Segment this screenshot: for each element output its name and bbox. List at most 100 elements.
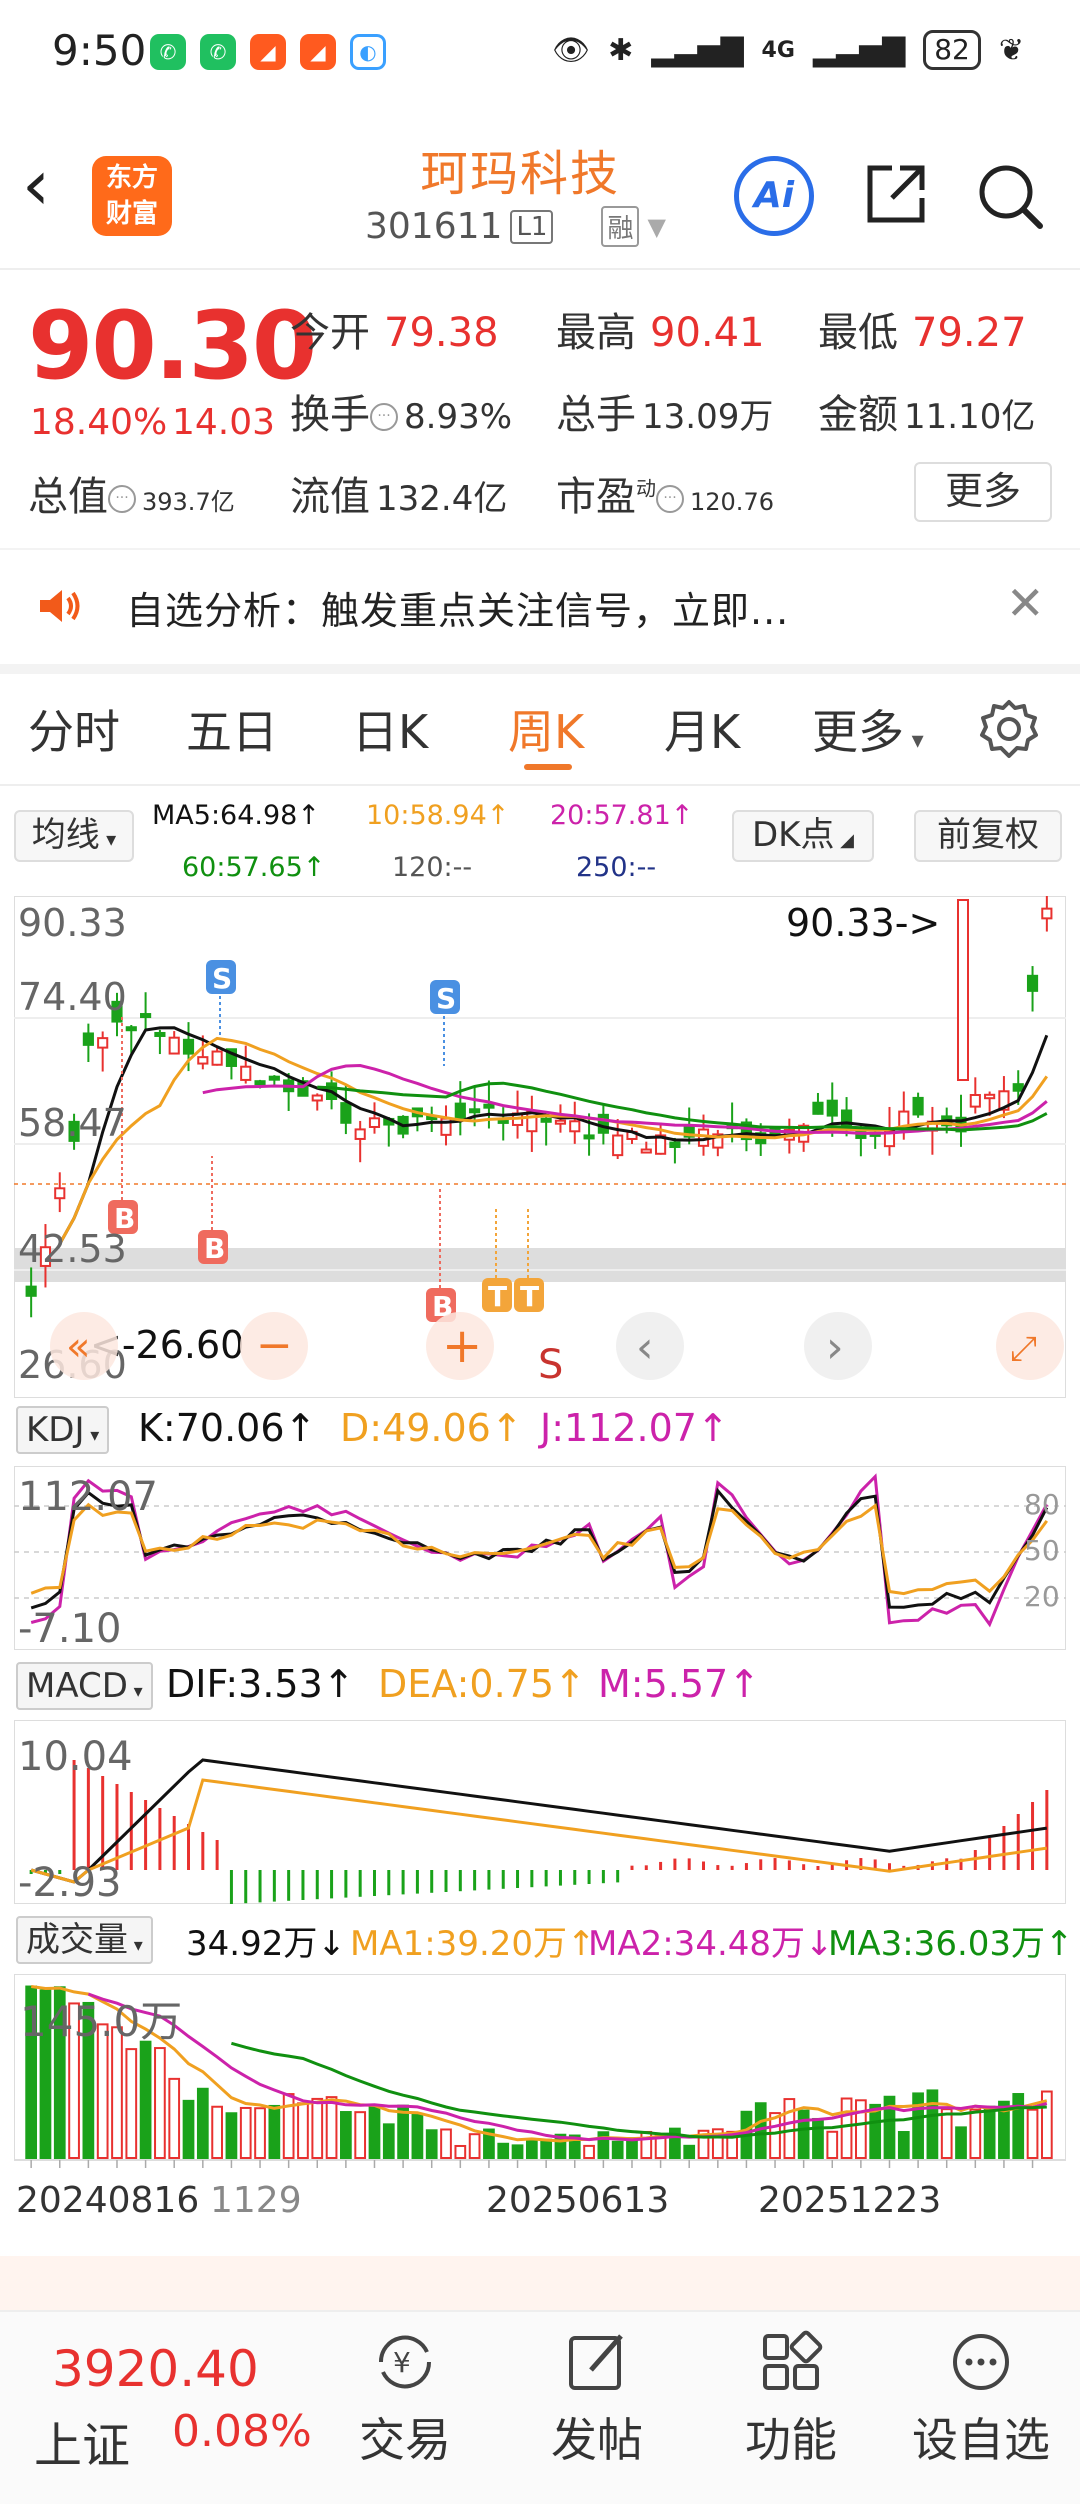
volume-bar bbox=[940, 2108, 953, 2160]
nav-function-label: 功能 bbox=[745, 2413, 837, 2467]
volume-ma3: MA3:36.03万↑ bbox=[828, 1924, 1074, 1964]
pe-field[interactable]: 市盈动 ··· 120.76 bbox=[556, 464, 774, 522]
ai-assistant-button[interactable]: Ai bbox=[734, 156, 814, 236]
search-icon[interactable] bbox=[974, 160, 1046, 232]
battery-icon: 82 bbox=[923, 30, 981, 70]
tab-monthly-k[interactable]: 月K bbox=[664, 696, 740, 762]
volume-bar bbox=[254, 2107, 266, 2160]
app-notify-icon-2: ◢ bbox=[300, 34, 336, 70]
volume-bar bbox=[211, 2105, 223, 2159]
candle-body bbox=[240, 1065, 252, 1081]
ma-selector[interactable]: 均线 ▾ bbox=[14, 810, 134, 862]
nav-add-watchlist[interactable]: 设自选 bbox=[906, 2326, 1056, 2470]
volume-bar bbox=[611, 2140, 624, 2160]
macd-chart[interactable]: 10.04 -2.93 bbox=[14, 1720, 1066, 1904]
candle-body bbox=[469, 1108, 481, 1114]
nav-post[interactable]: 发帖 bbox=[522, 2326, 672, 2470]
chart-tabs: 分时 五日 日K 周K 月K 更多 ▾ bbox=[0, 680, 1080, 780]
volume-bar bbox=[640, 2130, 653, 2159]
tab-weekly-k[interactable]: 周K bbox=[508, 696, 584, 762]
divider bbox=[0, 664, 1080, 674]
change-amount: 14.03 bbox=[172, 402, 276, 443]
tab-intraday[interactable]: 分时 bbox=[28, 696, 120, 762]
volume-bar bbox=[897, 2131, 910, 2159]
ma250-value: 250:-- bbox=[576, 852, 657, 883]
minus-icon: − bbox=[256, 1320, 293, 1371]
candle-body bbox=[254, 1080, 266, 1086]
app-logo[interactable]: 东方 财富 bbox=[92, 156, 172, 236]
nav-trade[interactable]: ¥ 交易 bbox=[330, 2326, 480, 2470]
macd-selector[interactable]: MACD ▾ bbox=[16, 1662, 153, 1710]
volume-bar bbox=[511, 2144, 524, 2159]
volume-bar bbox=[125, 2048, 138, 2159]
candle-body bbox=[125, 1026, 137, 1032]
leaf-icon: ❦ bbox=[998, 32, 1024, 68]
tab-daily-k[interactable]: 日K bbox=[352, 696, 428, 762]
support-band bbox=[14, 1248, 1066, 1282]
stock-code-line[interactable]: 301611 L1 融 ▼ bbox=[365, 206, 666, 247]
gear-icon[interactable] bbox=[978, 698, 1040, 760]
kline-chart[interactable]: SSBBBTT 90.33 74.40 58.47 42.53 26.60 90… bbox=[14, 896, 1066, 1398]
share-icon[interactable] bbox=[862, 160, 930, 228]
date-axis: 20240816 1129 20250613 20251223 bbox=[0, 2180, 1080, 2240]
volume-chart[interactable]: 145.0万 bbox=[14, 1974, 1066, 2174]
candle-body bbox=[1012, 1083, 1024, 1092]
bluetooth-icon: ✱ bbox=[608, 32, 634, 68]
macd-legend: MACD ▾ DIF:3.53↑ DEA:0.75↑ M:5.57↑ bbox=[0, 1658, 1080, 1714]
notice-text: 自选分析：触发重点关注信号，立即... bbox=[126, 589, 790, 633]
close-icon[interactable]: ✕ bbox=[1006, 576, 1045, 630]
back-button[interactable]: ‹ bbox=[22, 150, 50, 220]
chevron-right-icon: › bbox=[826, 1322, 844, 1373]
candle-body bbox=[454, 1102, 466, 1120]
more-quote-button[interactable]: 更多 bbox=[914, 462, 1052, 522]
status-time: 9:50 bbox=[52, 26, 147, 75]
nav-function[interactable]: 功能 bbox=[716, 2326, 866, 2470]
turnover-field[interactable]: 换手 ··· 8.93% bbox=[290, 382, 512, 440]
dk-point-selector[interactable]: DK点 ◢ bbox=[732, 810, 874, 862]
nav-post-label: 发帖 bbox=[551, 2413, 643, 2467]
candle-body bbox=[154, 1031, 166, 1037]
status-bar: 9:50 ✆ ✆ ◢ ◢ ◐ 👁 ✱ ▂▃▅▇ 4G ▂▃▅▇ 82 ❦ bbox=[0, 0, 1080, 100]
change-percent: 18.40% bbox=[30, 402, 168, 443]
candle-body bbox=[583, 1134, 595, 1140]
divider bbox=[0, 784, 1080, 786]
margin-tag: 融 bbox=[601, 206, 640, 247]
volume-bar bbox=[196, 2087, 209, 2159]
last-price: 90.30 bbox=[28, 292, 317, 401]
volume-bar bbox=[368, 2106, 381, 2159]
date-label-1: 20240816 bbox=[16, 2180, 200, 2221]
low-field: 最低 79.27 bbox=[818, 310, 1027, 356]
candle-body bbox=[554, 1119, 567, 1125]
volume-selector[interactable]: 成交量 ▾ bbox=[16, 1916, 153, 1964]
tab-more[interactable]: 更多 ▾ bbox=[812, 696, 924, 762]
edit-icon bbox=[569, 2334, 623, 2390]
divider bbox=[0, 268, 1080, 270]
adjust-selector[interactable]: 前复权 bbox=[914, 810, 1062, 862]
volume-bar bbox=[340, 2111, 352, 2159]
volume-bar bbox=[282, 2093, 295, 2159]
volume-bar bbox=[268, 2104, 281, 2159]
volume-bar bbox=[840, 2097, 853, 2159]
mktcap-field[interactable]: 总值 ··· 393.7亿 bbox=[28, 464, 235, 522]
analysis-notice[interactable]: 自选分析：触发重点关注信号，立即... ✕ bbox=[0, 550, 1080, 662]
candle-body bbox=[540, 1117, 552, 1123]
volume-bar bbox=[454, 2144, 467, 2159]
volume-bar bbox=[325, 2096, 338, 2160]
volume-legend: 成交量 ▾ 34.92万↓ MA1:39.20万↑ MA2:34.48万↓ MA… bbox=[0, 1912, 1080, 1968]
ma120-value: 120:-- bbox=[392, 852, 473, 883]
candle-body bbox=[969, 1094, 981, 1108]
signal-text: T bbox=[520, 1280, 539, 1313]
volume-bar bbox=[168, 2077, 181, 2159]
ma10-value: 10:58.94↑ bbox=[366, 800, 510, 831]
kdj-selector[interactable]: KDJ ▾ bbox=[16, 1406, 110, 1454]
candle-body bbox=[97, 1037, 109, 1049]
level-tag: L1 bbox=[510, 209, 554, 244]
kdj-chart[interactable]: 112.07 -7.10 80 50 20 bbox=[14, 1466, 1066, 1650]
volume-y-top: 145.0万 bbox=[20, 1997, 182, 2046]
chevron-down-icon: ▼ bbox=[647, 212, 666, 241]
volume-value: 34.92万↓ bbox=[186, 1924, 346, 1964]
nav-trade-label: 交易 bbox=[359, 2413, 451, 2467]
high-field: 最高 90.41 bbox=[556, 310, 765, 356]
volume-bar bbox=[1026, 2108, 1039, 2160]
tab-five-day[interactable]: 五日 bbox=[186, 696, 278, 762]
